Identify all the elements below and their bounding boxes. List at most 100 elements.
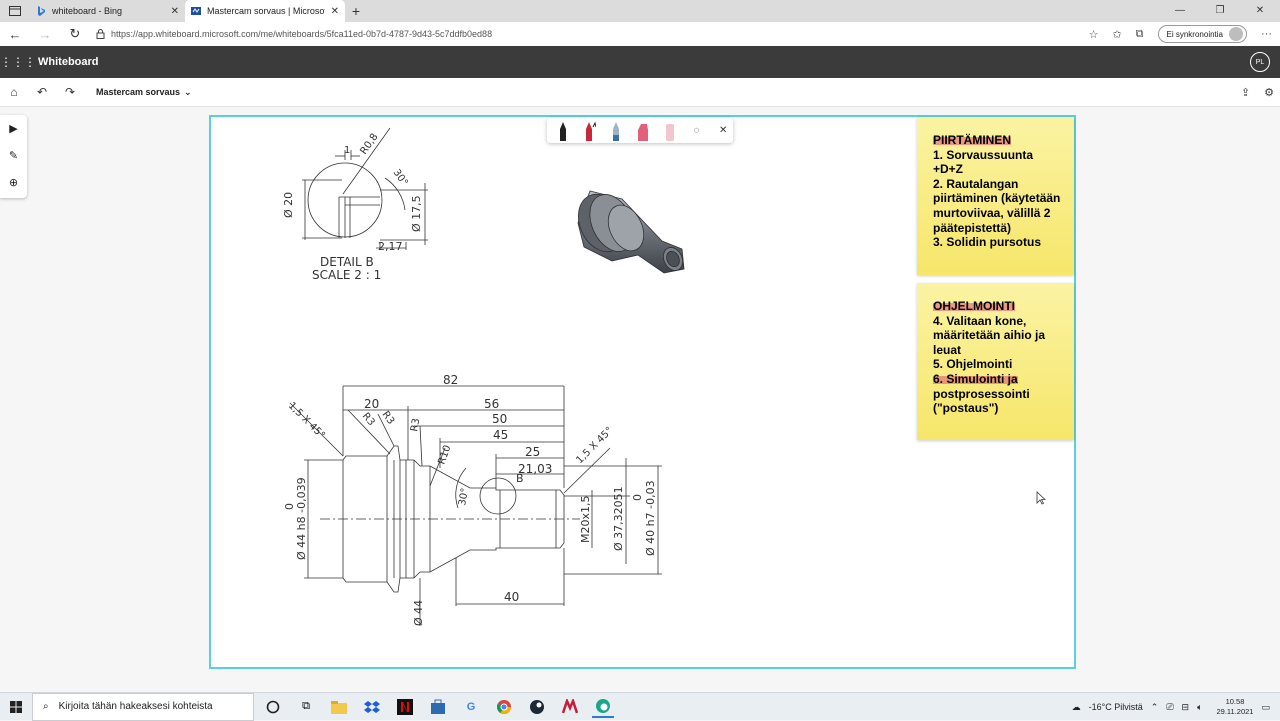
date: 29.11.2021: [1216, 707, 1254, 716]
store-icon[interactable]: [427, 696, 449, 718]
board-toolbar: ⌂ ↶ ↷ Mastercam sorvaus ⌄ ⇪ ⚙: [0, 78, 1280, 107]
sticky-note-piirtaminen[interactable]: PIIRTÄMINEN 1. Sorvaussuunta +D+Z 2. Rau…: [917, 117, 1074, 275]
tab-whiteboard[interactable]: Mastercam sorvaus | Microsoft W ✕: [185, 0, 345, 22]
red-arrow-pen-icon[interactable]: [580, 121, 600, 141]
blue-pen-icon[interactable]: [606, 121, 626, 141]
collections-icon[interactable]: ⧉: [1136, 28, 1144, 41]
ink-tool-icon[interactable]: ✎: [9, 148, 18, 164]
url-text: https://app.whiteboard.microsoft.com/me/…: [111, 29, 493, 39]
board-name: Mastercam sorvaus: [96, 87, 181, 97]
note-line: 5. Ohjelmointi: [933, 357, 1013, 372]
task-view-icon[interactable]: ⧉: [295, 696, 317, 718]
note-line: 1. Sorvaussuunta +D+Z: [933, 147, 1034, 177]
ink-toolbar: ◌ ✕: [547, 118, 733, 143]
volume-icon[interactable]: 🔈︎: [1197, 702, 1202, 713]
windows-start-icon[interactable]: [0, 700, 32, 713]
dim-217: 2,17: [378, 240, 403, 253]
note-line-highlighted: 6. Simulointi ja: [933, 371, 1018, 386]
refresh-icon[interactable]: ↻: [60, 26, 90, 42]
add-favorite-icon[interactable]: ☆: [1089, 28, 1099, 41]
black-pen-icon[interactable]: [553, 121, 573, 141]
close-tab-icon[interactable]: ✕: [331, 6, 339, 17]
steam-icon[interactable]: [526, 696, 548, 718]
toolbar-right: ⇪ ⚙: [1241, 78, 1274, 107]
network-icon[interactable]: ⊟: [1182, 702, 1190, 713]
detail-ref-b: B: [516, 472, 524, 485]
radius-r3-a: R3: [360, 411, 377, 428]
address-bar-row: ← → ↻ https://app.whiteboard.microsoft.c…: [0, 22, 1280, 46]
tab-bing[interactable]: whiteboard - Bing ✕: [30, 0, 185, 22]
close-tab-icon[interactable]: ✕: [171, 6, 179, 17]
dim-25: 25: [525, 445, 540, 459]
note-line: postprosessointi ("postaus"): [933, 386, 1030, 416]
restore-icon[interactable]: ❐: [1200, 0, 1240, 22]
radius-r3-c: R3: [409, 418, 422, 433]
netflix-icon[interactable]: [394, 696, 416, 718]
chamfer-right: 1,5 X 45°: [574, 425, 615, 466]
chamfer-left: 1,5 X 45°: [286, 400, 327, 441]
sticky-note-ohjelmointi[interactable]: OHJELMOINTI 4. Valitaan kone, määritetää…: [917, 283, 1074, 440]
app-header: ⋮⋮⋮ Whiteboard PL: [0, 46, 1280, 78]
add-content-icon[interactable]: ⊕: [9, 175, 18, 191]
edge-icon[interactable]: [592, 696, 614, 718]
dim-20: 20: [364, 397, 379, 411]
window-controls: — ❐ ✕: [1160, 0, 1280, 22]
back-icon[interactable]: ←: [0, 27, 30, 42]
app-launcher-icon[interactable]: ⋮⋮⋮: [0, 55, 36, 69]
browser-tab-strip: whiteboard - Bing ✕ Mastercam sorvaus | …: [0, 0, 1280, 22]
clock[interactable]: 10.58 29.11.2021: [1217, 697, 1254, 717]
bing-icon: [38, 6, 45, 16]
sync-profile-button[interactable]: Ei synkronointia: [1157, 25, 1247, 43]
more-menu-icon[interactable]: ···: [1261, 28, 1272, 40]
note-line: 4. Valitaan kone, määritetään aihio ja l…: [933, 313, 1046, 357]
whiteboard-icon: [191, 7, 201, 15]
file-explorer-icon[interactable]: [328, 696, 350, 718]
tab-actions-icon[interactable]: [0, 0, 30, 22]
mastercam-icon[interactable]: [559, 696, 581, 718]
close-ink-toolbar-icon[interactable]: ✕: [713, 125, 733, 136]
note-heading: PIIRTÄMINEN: [933, 133, 1011, 147]
dim-one: 1: [344, 145, 350, 156]
tray-chevron-icon[interactable]: ⌃: [1151, 702, 1159, 713]
select-tool-icon[interactable]: ▶: [9, 121, 17, 137]
url-field[interactable]: https://app.whiteboard.microsoft.com/me/…: [96, 29, 996, 39]
new-tab-button[interactable]: +: [345, 3, 367, 19]
forward-icon[interactable]: →: [30, 27, 60, 42]
taskbar-search-box[interactable]: ⌕ Kirjoita tähän hakeaksesi kohteista: [32, 692, 254, 721]
dim-m20: M20x1,5: [579, 496, 592, 544]
redo-icon[interactable]: ↷: [56, 85, 84, 99]
minimize-icon[interactable]: —: [1160, 0, 1200, 22]
share-icon[interactable]: ⇪: [1241, 86, 1250, 99]
dim-d20: Ø 20: [282, 192, 295, 218]
undo-icon[interactable]: ↶: [28, 85, 56, 99]
dim-d175: Ø 17,5: [410, 195, 423, 232]
close-window-icon[interactable]: ✕: [1240, 0, 1280, 22]
lasso-select-icon[interactable]: ◌: [687, 125, 707, 136]
eraser-icon[interactable]: [660, 121, 680, 141]
tab-label: Mastercam sorvaus | Microsoft W: [207, 6, 325, 16]
dim-d40-tol: Ø 40 h7 -0,03: [644, 480, 657, 556]
3d-part-render[interactable]: [572, 183, 690, 275]
weather-icon[interactable]: ☁: [1072, 702, 1081, 713]
favorites-icon[interactable]: ✩: [1112, 28, 1121, 41]
app-tray-icon[interactable]: ⎚: [1166, 702, 1173, 713]
detail-b-drawing[interactable]: Ø 20 Ø 17,5 R0,8 1 30° 2,17 DETAIL B SCA…: [280, 120, 440, 285]
weather-text[interactable]: -16°C Pilvistä: [1089, 702, 1143, 712]
note-line: 3. Solidin pursotus: [933, 235, 1042, 250]
dim-d37: Ø 37,32051: [612, 486, 625, 551]
notifications-icon[interactable]: ▭: [1261, 702, 1270, 713]
user-avatar[interactable]: PL: [1250, 52, 1270, 72]
cortana-icon[interactable]: [262, 696, 284, 718]
dim-50: 50: [492, 412, 507, 426]
radius-r10: R10: [436, 444, 453, 466]
chevron-down-icon: ⌄: [184, 86, 192, 97]
main-part-drawing[interactable]: 82 20 56 50 45 25 21,03 40 1,5 X 45° 1,5…: [280, 368, 665, 630]
google-icon[interactable]: G: [460, 696, 482, 718]
highlighter-icon[interactable]: [633, 121, 653, 141]
home-icon[interactable]: ⌂: [0, 85, 28, 99]
taskbar-apps: ⧉ G: [262, 696, 614, 718]
settings-icon[interactable]: ⚙: [1264, 86, 1274, 99]
chrome-icon[interactable]: [493, 696, 515, 718]
board-name-dropdown[interactable]: Mastercam sorvaus ⌄: [96, 87, 192, 98]
dropbox-icon[interactable]: [361, 696, 383, 718]
